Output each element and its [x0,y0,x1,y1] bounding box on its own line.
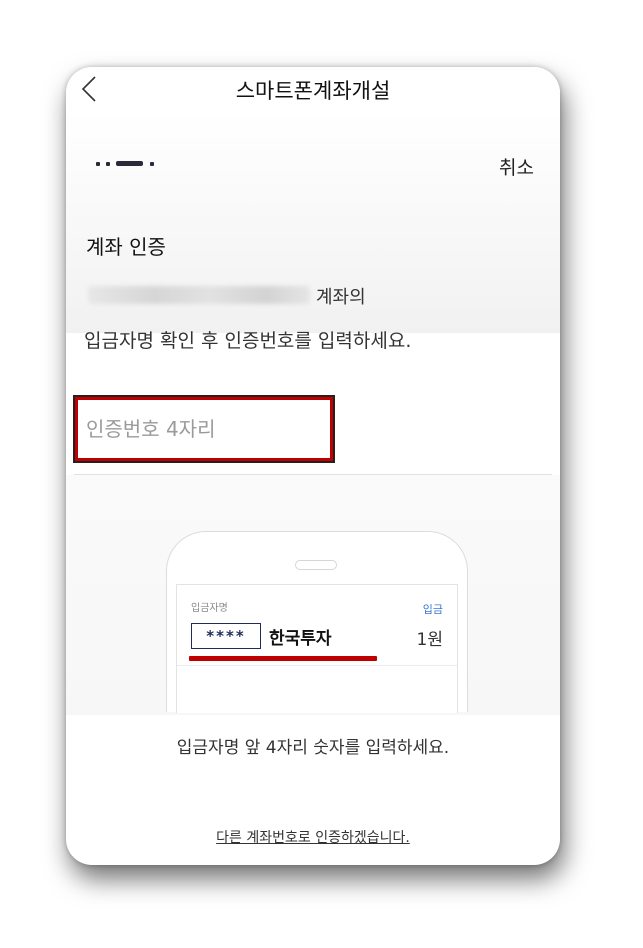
navigation-bar: 스마트폰계좌개설 [66,67,560,111]
page-title: 스마트폰계좌개설 [235,79,391,103]
illustration-deposit-record: 입금자명 입금 **** 한국투자 1원 [176,584,458,713]
phone-screen: 스마트폰계좌개설 취소 계좌 인증 계좌의 입금자명 확인 후 인증번호를 입력… [66,67,560,865]
account-suffix-text: 계좌의 [316,287,366,308]
hint-text: 입금자명 앞 4자리 숫자를 입력하세요. [176,738,450,758]
highlight-underline [189,656,377,661]
instruction-text: 입금자명 확인 후 인증번호를 입력하세요. [84,330,412,352]
progress-step-dot [96,162,100,166]
deposit-amount: 1원 [416,630,443,650]
illustration-phone-speaker [295,560,337,570]
section-title: 계좌 인증 [86,235,166,259]
masked-code-box: **** [191,623,261,649]
company-name: 한국투자 [269,629,332,649]
progress-current-step [116,161,143,166]
blurred-account-number [88,286,310,304]
cancel-button[interactable]: 취소 [499,153,534,180]
progress-step-dot [106,162,110,166]
verification-code-input[interactable] [73,395,335,463]
other-account-link[interactable]: 다른 계좌번호로 인증하겠습니다. [66,827,560,847]
deposit-label: 입금 [422,603,443,616]
progress-step-dot [150,162,154,166]
depositor-name-label: 입금자명 [191,603,228,614]
illustration-phone: 입금자명 입금 **** 한국투자 1원 [166,531,468,713]
record-separator [177,665,457,666]
